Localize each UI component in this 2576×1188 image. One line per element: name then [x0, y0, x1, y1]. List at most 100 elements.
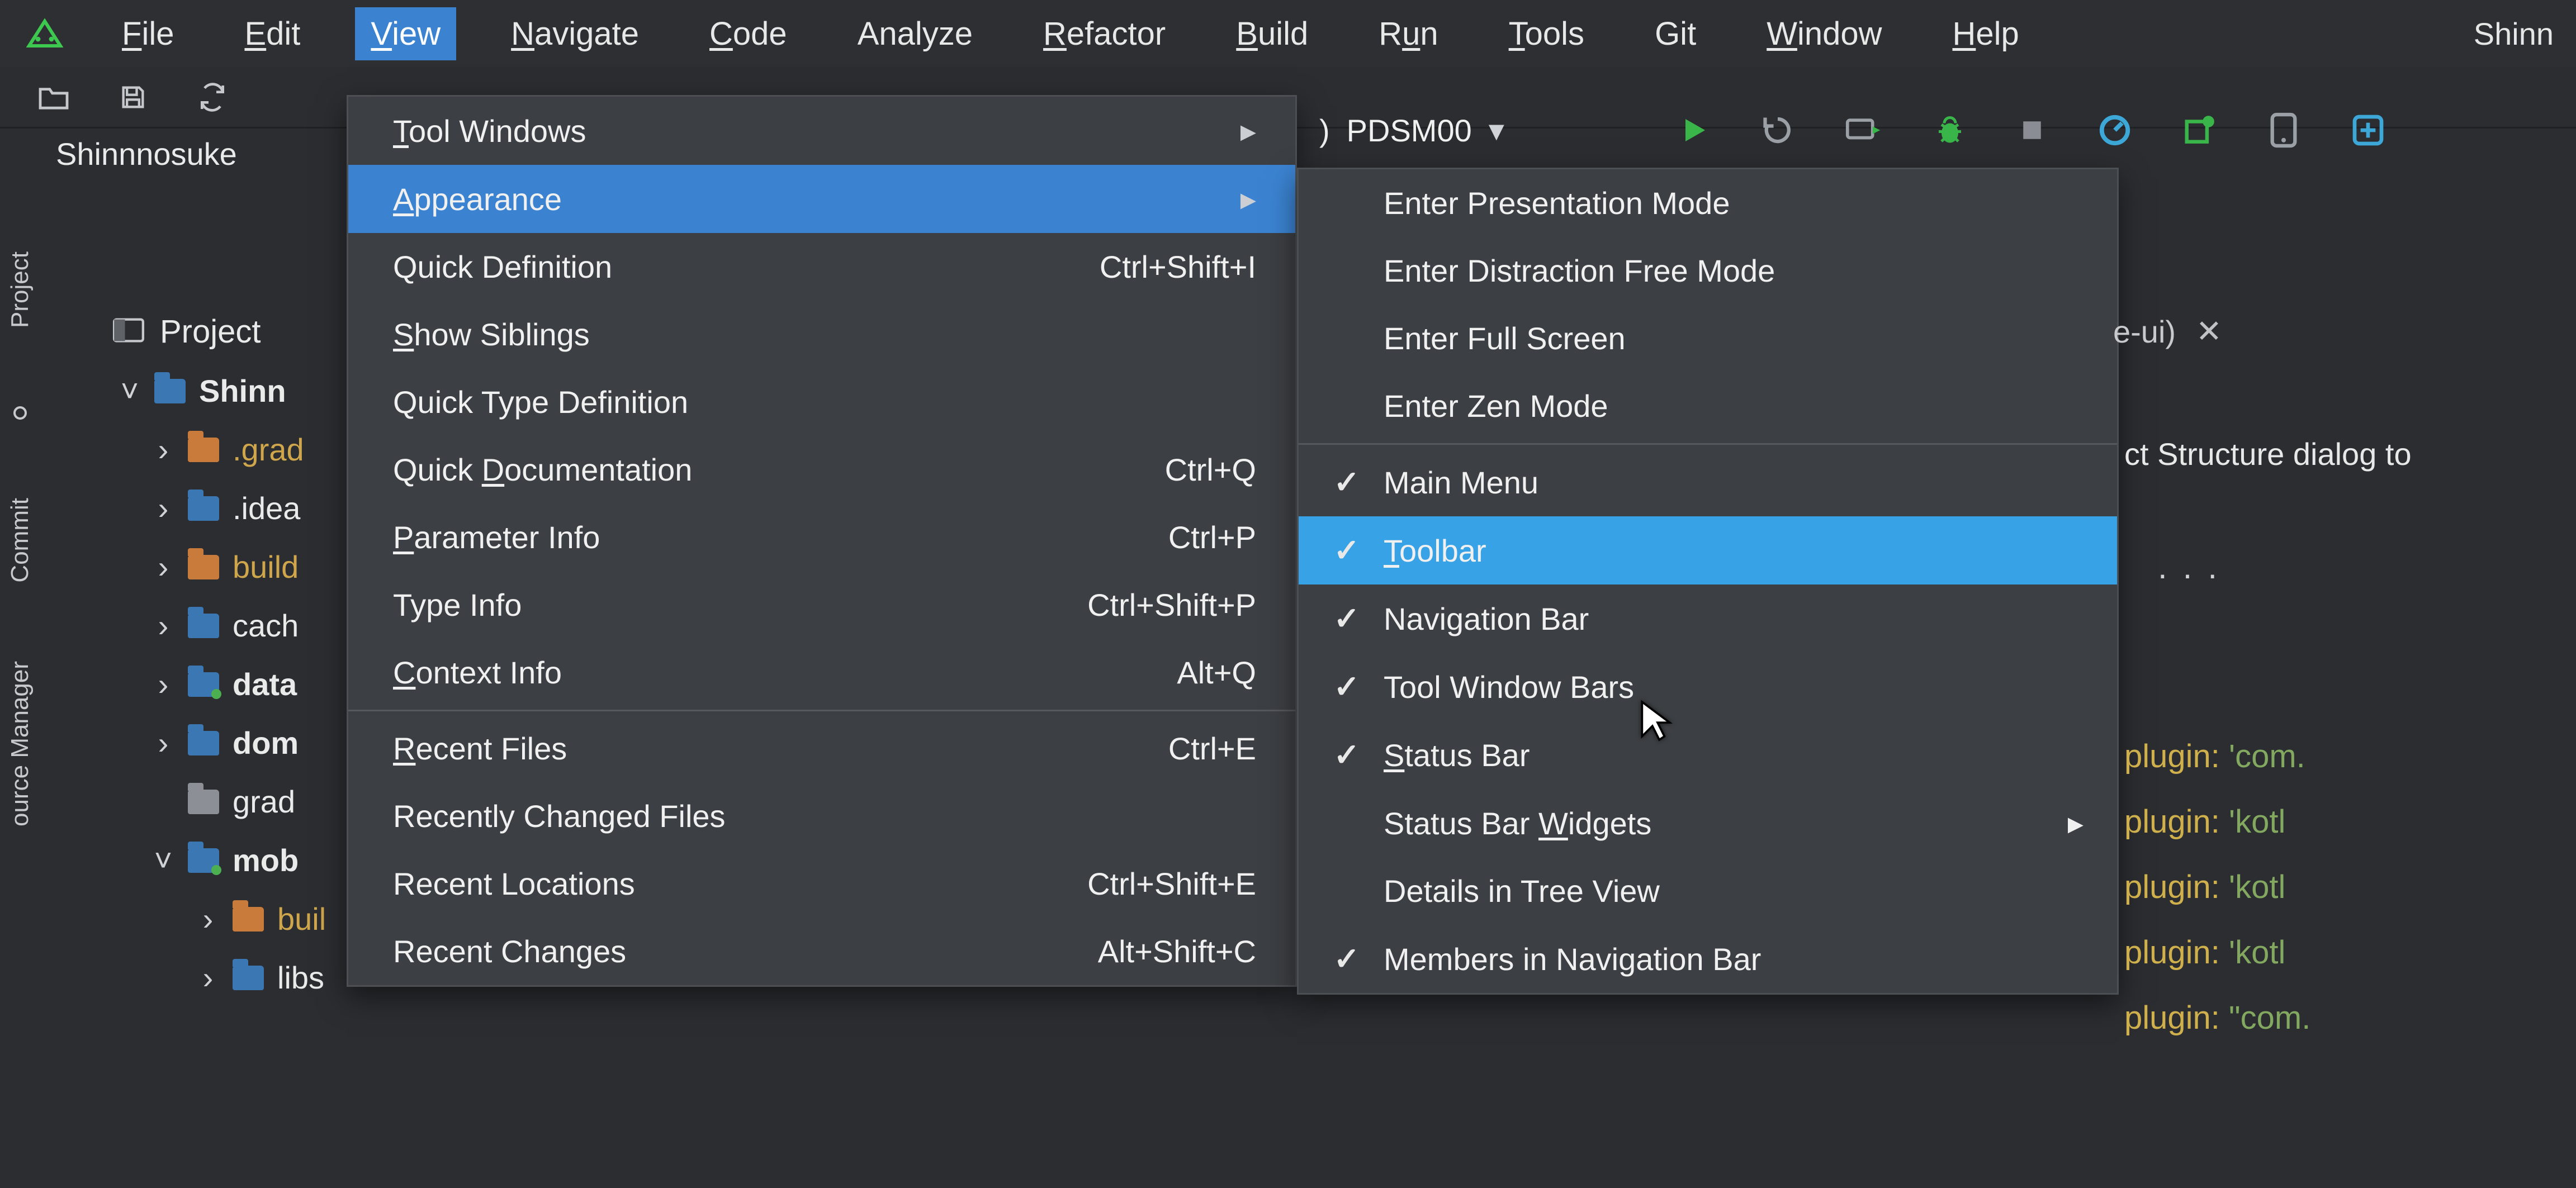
tree-chevron-icon[interactable]: › [152, 607, 174, 644]
menu-file[interactable]: File [106, 7, 190, 60]
tree-chevron-icon[interactable]: › [152, 725, 174, 761]
view-menu-item-context-info[interactable]: Context InfoAlt+Q [348, 639, 1295, 706]
tree-label: buil [277, 901, 326, 937]
menu-view[interactable]: View [355, 7, 456, 60]
appearance-item-members-in-navigation-bar[interactable]: ✓Members in Navigation Bar [1299, 925, 2117, 993]
project-tool-window: Project ˅Shinn›.grad›.idea›build›cach›da… [40, 307, 353, 996]
checkmark-icon: ✓ [1332, 464, 1361, 501]
tree-chevron-icon[interactable]: › [152, 666, 174, 702]
appearance-item-status-bar[interactable]: ✓Status Bar [1299, 721, 2117, 789]
view-menu-item-quick-definition[interactable]: Quick DefinitionCtrl+Shift+I [348, 233, 1295, 301]
tree-label: grad [233, 783, 295, 820]
run-triangle-icon[interactable] [1677, 113, 1711, 147]
tool-window-button-resource-manager[interactable]: ource Manager [6, 661, 34, 826]
code-line: plugin: 'kotl [2124, 803, 2310, 840]
menu-window[interactable]: Window [1751, 7, 1897, 60]
menubar: File Edit View Navigate Code Analyze Refactor B… [0, 0, 2576, 67]
appearance-item-main-menu[interactable]: ✓Main Menu [1299, 448, 2117, 516]
menu-edit[interactable]: Edit [229, 7, 316, 60]
view-menu-item-type-info[interactable]: Type InfoCtrl+Shift+P [348, 571, 1295, 639]
view-menu-item-quick-documentation[interactable]: Quick DocumentationCtrl+Q [348, 436, 1295, 503]
menu-build[interactable]: Build [1220, 7, 1324, 60]
tree-row[interactable]: › data [119, 666, 353, 702]
tree-label: data [233, 666, 297, 702]
save-icon[interactable] [113, 77, 153, 117]
checkmark-icon: ✓ [1332, 668, 1361, 705]
appearance-item-details-in-tree-view[interactable]: Details in Tree View [1299, 857, 2117, 925]
menu-analyze[interactable]: Analyze [842, 7, 988, 60]
menu-refactor[interactable]: Refactor [1027, 7, 1181, 60]
tree-chevron-icon[interactable]: ˅ [152, 842, 174, 878]
menu-code[interactable]: Code [694, 7, 803, 60]
menu-run[interactable]: Run [1363, 7, 1453, 60]
view-menu-item-recent-files[interactable]: Recent FilesCtrl+E [348, 715, 1295, 782]
code-line: plugin: 'kotl [2124, 868, 2310, 906]
tree-chevron-icon[interactable]: › [152, 490, 174, 526]
view-menu-item-quick-type-definition[interactable]: Quick Type Definition [348, 368, 1295, 436]
checkmark-icon: ✓ [1332, 736, 1361, 773]
tree-row[interactable]: ›.grad [119, 431, 353, 468]
view-menu-item-recent-locations[interactable]: Recent LocationsCtrl+Shift+E [348, 850, 1295, 918]
profiler-icon[interactable] [2097, 113, 2132, 148]
tree-chevron-icon[interactable]: › [152, 549, 174, 585]
breadcrumb-root[interactable]: Shinnnosuke [56, 136, 237, 172]
tool-window-button-commit[interactable]: Commit [6, 498, 34, 583]
tree-chevron-icon[interactable]: ˅ [119, 373, 141, 409]
project-panel-header[interactable]: Project [40, 307, 353, 373]
appearance-item-enter-zen-mode[interactable]: Enter Zen Mode [1299, 372, 2117, 440]
tree-row[interactable]: › buil [119, 901, 353, 937]
appearance-item-enter-presentation-mode[interactable]: Enter Presentation Mode [1299, 169, 2117, 237]
debug-bug-icon[interactable] [1933, 113, 1967, 147]
tree-chevron-icon[interactable]: › [197, 901, 219, 937]
menu-help[interactable]: Help [1936, 7, 2034, 60]
appearance-item-navigation-bar[interactable]: ✓Navigation Bar [1299, 585, 2117, 653]
run-configuration-chip[interactable]: ) PDSM00 ▾ [1319, 112, 1504, 149]
tree-row[interactable]: ˅mob [119, 842, 353, 878]
tree-row[interactable]: ›libs [119, 959, 353, 996]
folder-icon [154, 379, 186, 403]
project-tree[interactable]: ˅Shinn›.grad›.idea›build›cach›data›domgr… [40, 373, 353, 996]
appearance-item-status-bar-widgets[interactable]: Status Bar Widgets▸ [1299, 789, 2117, 857]
editor-tab[interactable]: e-ui) ✕ [2113, 313, 2222, 350]
tree-chevron-icon[interactable]: › [197, 959, 219, 996]
tool-window-button-project[interactable]: Project [6, 251, 34, 328]
folder-icon [233, 966, 264, 990]
appearance-item-enter-distraction-free-mode[interactable]: Enter Distraction Free Mode [1299, 237, 2117, 305]
folder-icon [188, 555, 219, 579]
folder-icon [188, 848, 219, 873]
close-icon[interactable]: ✕ [2196, 313, 2222, 350]
app-inspection-icon[interactable] [2182, 113, 2217, 148]
tree-row[interactable]: ›dom [119, 725, 353, 761]
appearance-item-enter-full-screen[interactable]: Enter Full Screen [1299, 305, 2117, 372]
menu-navigate[interactable]: Navigate [495, 7, 655, 60]
tree-row[interactable]: grad [119, 783, 353, 820]
view-menu-item-parameter-info[interactable]: Parameter InfoCtrl+P [348, 503, 1295, 571]
tree-row[interactable]: ›build [119, 549, 353, 585]
view-menu-item-tool-windows[interactable]: Tool Windows▸ [348, 97, 1295, 165]
folder-open-icon[interactable] [34, 77, 74, 117]
view-menu-item-show-siblings[interactable]: Show Siblings [348, 301, 1295, 368]
menu-tools[interactable]: Tools [1493, 7, 1600, 60]
sync-icon[interactable] [192, 77, 233, 117]
avd-manager-icon[interactable] [2267, 112, 2300, 149]
sdk-manager-icon[interactable] [2350, 112, 2386, 148]
view-menu-item-appearance[interactable]: Appearance▸ [348, 165, 1295, 233]
view-menu-item-recently-changed-files[interactable]: Recently Changed Files [348, 782, 1295, 850]
menu-git[interactable]: Git [1639, 7, 1712, 60]
tree-label: Shinn [199, 373, 286, 409]
appearance-item-toolbar[interactable]: ✓Toolbar [1299, 516, 2117, 585]
android-studio-logo-icon [22, 17, 67, 50]
tree-row[interactable]: ›cach [119, 607, 353, 644]
rerun-icon[interactable] [1761, 113, 1794, 147]
more-actions-icon[interactable]: ... [2158, 548, 2233, 586]
tree-label: .idea [233, 490, 300, 526]
attach-debugger-icon[interactable] [1845, 115, 1883, 145]
tree-row[interactable]: ˅ Shinn [119, 373, 353, 409]
tree-row[interactable]: › .idea [119, 490, 353, 526]
view-menu-item-recent-changes[interactable]: Recent ChangesAlt+Shift+C [348, 918, 1295, 985]
tree-chevron-icon[interactable]: › [152, 431, 174, 468]
submenu-arrow-icon: ▸ [1240, 180, 1256, 217]
stop-icon[interactable] [2017, 115, 2047, 145]
appearance-item-tool-window-bars[interactable]: ✓Tool Window Bars [1299, 653, 2117, 721]
chevron-down-icon: ▾ [1489, 112, 1504, 149]
